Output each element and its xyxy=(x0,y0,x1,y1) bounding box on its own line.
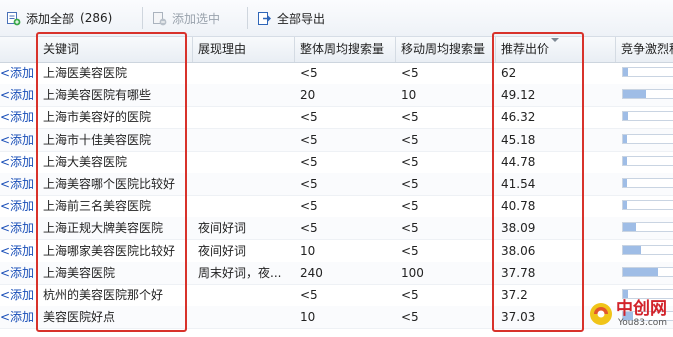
overall-search-cell: <5 xyxy=(300,199,318,214)
add-keyword-link[interactable]: <添加 xyxy=(0,84,38,106)
header-action-column xyxy=(0,37,38,62)
reason-cell xyxy=(193,84,295,106)
competition-bar xyxy=(622,244,673,255)
competition-bar xyxy=(622,178,673,188)
competition-bar-fill xyxy=(623,156,627,165)
add-keyword-link[interactable]: <添加 xyxy=(0,129,38,151)
reason-cell: 周末好词，夜... xyxy=(198,265,282,280)
add-keyword-link[interactable]: <添加 xyxy=(0,173,38,195)
reason-cell xyxy=(193,306,295,328)
mobile-search-cell: 10 xyxy=(401,88,417,103)
add-all-label: 添加全部 xyxy=(26,11,75,26)
overall-search-cell: <5 xyxy=(300,154,318,169)
competition-bar xyxy=(622,200,673,211)
reason-cell: 夜间好词 xyxy=(198,221,247,236)
mobile-search-cell: <5 xyxy=(401,154,419,169)
overall-search-cell: <5 xyxy=(300,288,318,302)
add-keyword-link[interactable]: <添加 xyxy=(0,195,38,217)
competition-bar xyxy=(622,111,673,122)
mobile-search-cell: 100 xyxy=(401,265,424,280)
reason-cell xyxy=(193,129,295,151)
add-all-button[interactable]: 添加全部 (286) xyxy=(6,8,112,28)
add-selected-icon xyxy=(152,11,167,26)
export-all-label: 全部导出 xyxy=(277,11,326,26)
logo-site-text: You83.com xyxy=(618,318,668,328)
header-overall-search[interactable]: 整体周均搜索量 xyxy=(295,37,396,62)
overall-search-cell: <5 xyxy=(300,177,318,191)
overall-search-cell: <5 xyxy=(300,132,318,147)
add-keyword-link[interactable]: <添加 xyxy=(0,217,38,239)
mobile-search-cell: <5 xyxy=(401,177,419,191)
mobile-search-cell: <5 xyxy=(401,132,419,147)
reason-cell xyxy=(193,62,295,84)
keyword-column-highlight xyxy=(36,32,187,332)
overall-search-cell: <5 xyxy=(300,221,318,236)
add-keyword-link[interactable]: <添加 xyxy=(0,151,38,173)
header-competition[interactable]: 竞争激烈程 xyxy=(616,37,673,62)
mobile-search-cell: <5 xyxy=(401,221,419,236)
competition-bar xyxy=(622,89,673,100)
reason-cell: 夜间好词 xyxy=(198,243,247,258)
overall-search-cell: 20 xyxy=(300,88,316,103)
add-selected-button[interactable]: 添加选中 xyxy=(152,8,220,28)
reason-cell xyxy=(193,151,295,173)
competition-bar-fill xyxy=(623,201,627,210)
add-keyword-link[interactable]: <添加 xyxy=(0,284,38,306)
overall-search-cell: 10 xyxy=(300,310,316,325)
add-selected-label: 添加选中 xyxy=(172,11,221,26)
add-keyword-link[interactable]: <添加 xyxy=(0,62,38,84)
competition-bar-fill xyxy=(623,112,628,121)
mobile-search-cell: <5 xyxy=(401,66,419,80)
mobile-search-cell: <5 xyxy=(401,288,419,302)
add-keyword-link[interactable]: <添加 xyxy=(0,106,38,128)
header-reason[interactable]: 展现理由 xyxy=(193,37,295,62)
overall-search-cell: 240 xyxy=(300,265,323,280)
competition-bar xyxy=(622,133,673,144)
add-document-icon xyxy=(6,11,21,26)
overall-search-cell: <5 xyxy=(300,110,318,125)
reason-cell xyxy=(193,284,295,306)
mobile-search-cell: <5 xyxy=(401,310,419,325)
overall-search-cell: <5 xyxy=(300,66,318,80)
competition-bar xyxy=(622,67,673,77)
overall-search-cell: 10 xyxy=(300,243,316,258)
competition-bar-fill xyxy=(623,267,658,276)
export-icon xyxy=(257,11,272,26)
add-keyword-link[interactable]: <添加 xyxy=(0,240,38,262)
site-watermark-logo: 中创网 You83.com xyxy=(588,288,673,334)
add-keyword-link[interactable]: <添加 xyxy=(0,306,38,328)
competition-bar-fill xyxy=(623,223,636,232)
competition-bar-fill xyxy=(623,179,627,187)
competition-bar xyxy=(622,155,673,166)
add-keyword-link[interactable]: <添加 xyxy=(0,262,38,284)
competition-bar xyxy=(622,266,673,277)
competition-bar-fill xyxy=(623,134,627,143)
competition-bar-fill xyxy=(623,68,628,76)
header-mobile-search[interactable]: 移动周均搜索量 xyxy=(396,37,496,62)
add-all-count: (286) xyxy=(80,11,113,25)
competition-bar-fill xyxy=(623,245,641,254)
competition-bar-fill xyxy=(623,90,646,99)
logo-brand-text: 中创网 xyxy=(616,299,667,319)
competition-bar xyxy=(622,222,673,233)
toolbar-divider xyxy=(142,7,143,29)
mobile-search-cell: <5 xyxy=(401,243,419,258)
toolbar-divider xyxy=(247,7,248,29)
reason-cell xyxy=(193,195,295,217)
mobile-search-cell: <5 xyxy=(401,199,419,214)
reason-cell xyxy=(193,173,295,195)
reason-cell xyxy=(193,106,295,128)
mobile-search-cell: <5 xyxy=(401,110,419,125)
bid-column-highlight xyxy=(492,32,584,332)
export-all-button[interactable]: 全部导出 xyxy=(257,8,325,28)
